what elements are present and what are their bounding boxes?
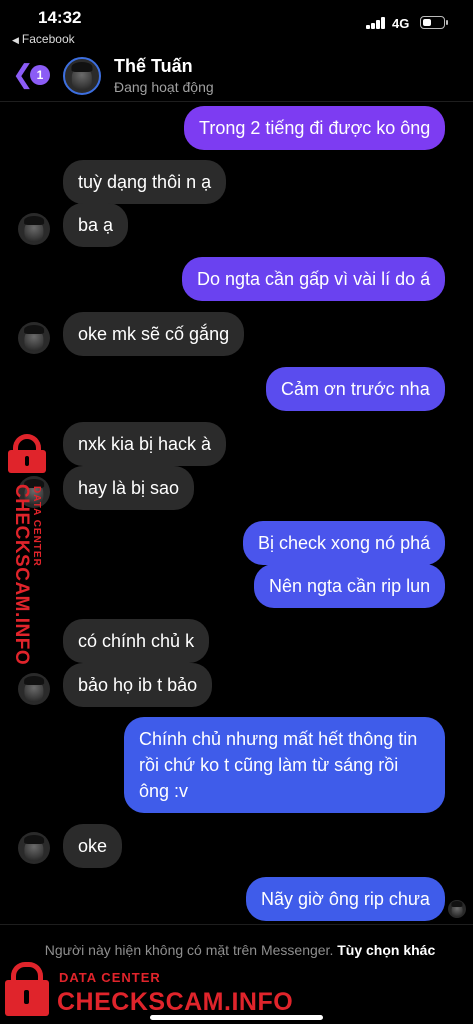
message-bubble-outgoing[interactable]: Cảm ơn trước nha (266, 367, 445, 411)
status-time: 14:32 (38, 8, 82, 27)
message-bubble-incoming[interactable]: ba ạ (63, 203, 129, 247)
watermark-sub-vertical: DATA CENTER (31, 486, 42, 567)
watermark-sub: DATA CENTER (59, 970, 161, 985)
message-bubble-incoming[interactable]: oke mk sẽ cố gắng (63, 312, 245, 356)
back-app-label: Facebook (21, 32, 75, 46)
seen-receipt-avatar (448, 900, 466, 918)
watermark-brand: CHECKSCAM.INFO (57, 988, 294, 1016)
message-bubble-outgoing[interactable]: Bị check xong nó phá (243, 521, 446, 565)
message-bubble-outgoing[interactable]: Do ngta cần gấp vì vài lí do á (182, 257, 446, 301)
message-bubble-incoming[interactable]: tuỳ dạng thôi n ạ (63, 160, 227, 204)
contact-avatar[interactable] (63, 57, 101, 95)
notice-text: Người này hiện không có mặt trên Messeng… (44, 942, 334, 958)
message-bubble-outgoing[interactable]: Chính chủ nhưng mất hết thông tin rồi ch… (124, 717, 445, 813)
message-bubble-incoming[interactable]: có chính chủ k (63, 619, 210, 663)
network-label: 4G (392, 16, 410, 31)
back-triangle-icon: ◀ (12, 35, 19, 45)
status-bar: 14:32 ◀ Facebook 4G (0, 0, 473, 50)
watermark-side: CHECKSCAM.INFO DATA CENTER (2, 434, 58, 674)
message-bubble-incoming[interactable]: nxk kia bị hack à (63, 422, 227, 466)
watermark-brand-vertical: CHECKSCAM.INFO (11, 484, 32, 666)
message-bubble-incoming[interactable]: oke (63, 824, 123, 868)
signal-icon (366, 17, 386, 29)
message-bubble-outgoing[interactable]: Nãy giờ ông rip chưa (246, 877, 445, 921)
contact-avatar-small[interactable] (18, 832, 50, 864)
contact-name[interactable]: Thế Tuấn (114, 56, 193, 77)
more-options-link[interactable]: Tùy chọn khác (337, 942, 435, 958)
back-button[interactable]: ❮ 1 (12, 61, 54, 88)
unread-badge: 1 (30, 65, 50, 85)
contact-status: Đang hoạt động (114, 79, 214, 95)
message-bubble-outgoing[interactable]: Trong 2 tiếng đi được ko ông (184, 106, 446, 150)
message-bubble-outgoing[interactable]: Nên ngta cần rip lun (254, 564, 446, 608)
conversation-header: ❮ 1 Thế Tuấn Đang hoạt động (0, 50, 473, 102)
back-to-app-link[interactable]: ◀ Facebook (12, 32, 75, 46)
battery-icon (420, 16, 448, 29)
contact-avatar-small[interactable] (18, 322, 50, 354)
message-list[interactable]: Trong 2 tiếng đi được ko ông tuỳ dạng th… (0, 102, 473, 924)
contact-avatar-small[interactable] (18, 673, 50, 705)
home-indicator[interactable] (150, 1015, 323, 1020)
message-bubble-incoming[interactable]: bảo họ ib t bảo (63, 663, 213, 707)
contact-avatar-small[interactable] (18, 213, 50, 245)
message-bubble-incoming[interactable]: hay là bị sao (63, 466, 195, 510)
